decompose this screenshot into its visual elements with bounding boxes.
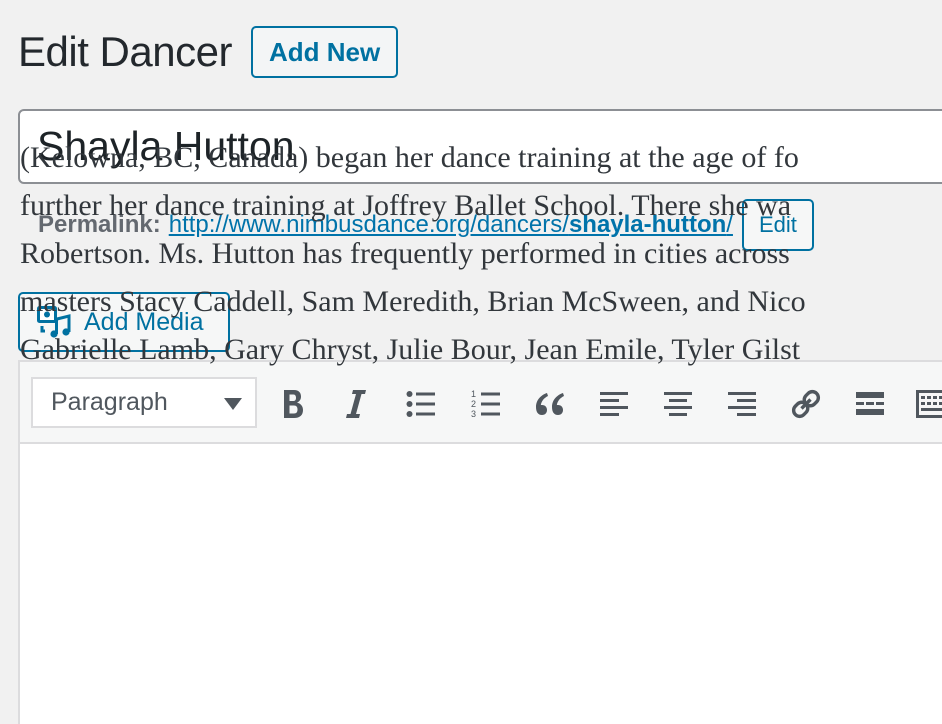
content-line: Gabrielle Lamb, Gary Chryst, Julie Bour,… bbox=[20, 333, 801, 366]
dropdown-arrow-icon bbox=[224, 398, 242, 410]
blockquote-button[interactable] bbox=[530, 382, 570, 426]
content-editor: Paragraph 1 2 3 bbox=[18, 360, 942, 724]
align-right-button[interactable] bbox=[722, 382, 762, 426]
numbered-list-button[interactable]: 1 2 3 bbox=[466, 382, 506, 426]
link-icon bbox=[791, 389, 821, 419]
add-new-button[interactable]: Add New bbox=[250, 26, 399, 78]
align-center-icon bbox=[664, 392, 692, 416]
align-left-button[interactable] bbox=[594, 382, 634, 426]
page-title: Edit Dancer bbox=[18, 28, 232, 75]
svg-text:3: 3 bbox=[471, 409, 476, 419]
toolbar-toggle-icon bbox=[916, 390, 942, 418]
read-more-button[interactable] bbox=[850, 382, 890, 426]
read-more-icon bbox=[856, 392, 884, 415]
content-line: masters Stacy Caddell, Sam Meredith, Bri… bbox=[20, 285, 806, 318]
align-center-button[interactable] bbox=[658, 382, 698, 426]
align-right-icon bbox=[728, 392, 756, 416]
numbered-list-icon: 1 2 3 bbox=[471, 389, 500, 419]
align-left-icon bbox=[600, 392, 628, 416]
italic-icon bbox=[346, 390, 366, 418]
heading-row: Edit Dancer Add New bbox=[18, 26, 399, 78]
content-line: Robertson. Ms. Hutton has frequently per… bbox=[20, 237, 790, 270]
format-select-value: Paragraph bbox=[51, 388, 168, 416]
editor-toolbar: Paragraph 1 2 3 bbox=[20, 362, 942, 444]
bullet-list-button[interactable] bbox=[401, 382, 441, 426]
link-button[interactable] bbox=[786, 382, 826, 426]
svg-text:2: 2 bbox=[471, 399, 476, 409]
content-line: (Kelowna, BC, Canada) began her dance tr… bbox=[20, 141, 799, 174]
bullet-list-icon bbox=[406, 391, 435, 417]
bold-button[interactable] bbox=[273, 382, 313, 426]
svg-text:1: 1 bbox=[471, 389, 476, 399]
content-line: further her dance training at Joffrey Ba… bbox=[20, 189, 792, 222]
italic-button[interactable] bbox=[336, 382, 376, 426]
format-select[interactable]: Paragraph bbox=[31, 377, 257, 428]
blockquote-icon bbox=[536, 393, 564, 415]
edit-dancer-page: Edit Dancer Add New Permalink: http://ww… bbox=[0, 0, 942, 724]
bold-icon bbox=[284, 390, 303, 418]
toolbar-toggle-button[interactable] bbox=[912, 382, 942, 426]
editor-content[interactable]: (Kelowna, BC, Canada) began her dance tr… bbox=[20, 134, 942, 374]
